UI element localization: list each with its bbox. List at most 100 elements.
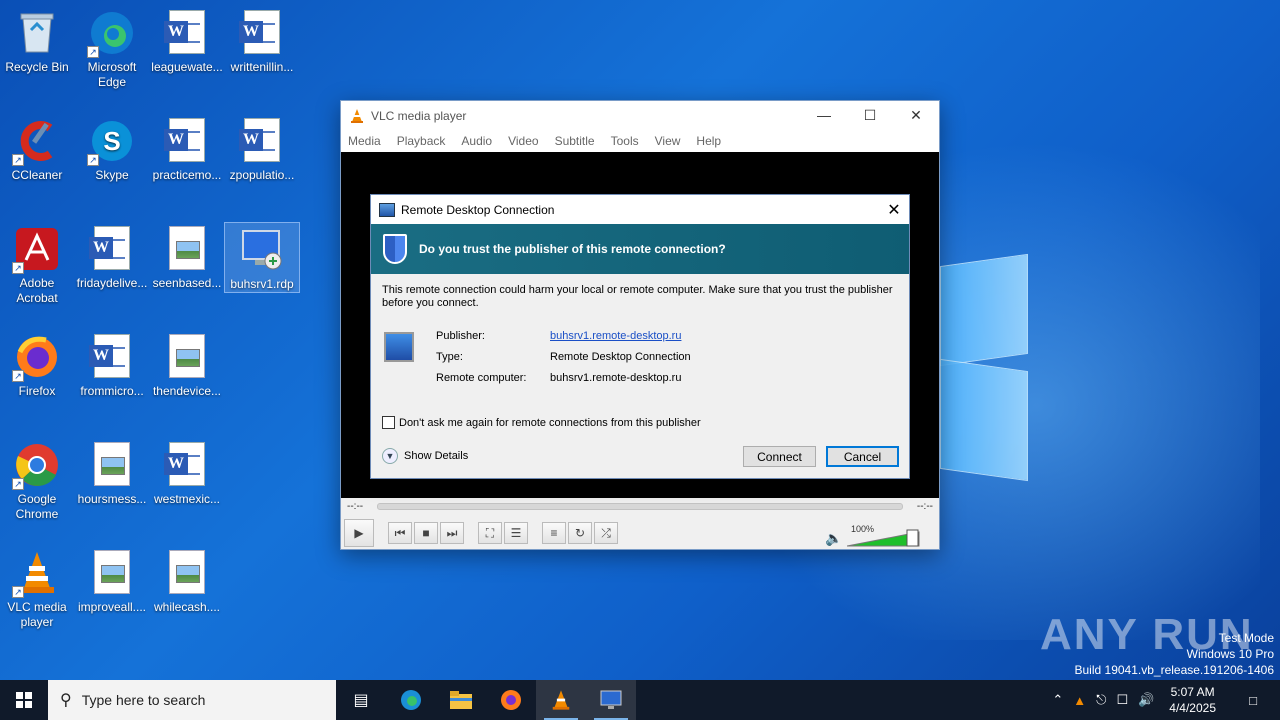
- desktop-icon-google-chrome[interactable]: ↗ Google Chrome: [0, 438, 75, 522]
- play-button[interactable]: ▶: [344, 519, 374, 547]
- desktop-icon-westmexic[interactable]: Wwestmexic...: [149, 438, 225, 507]
- loop-button[interactable]: ↻: [568, 522, 592, 544]
- clock-date: 4/4/2025: [1169, 701, 1216, 715]
- previous-button[interactable]: ⏮: [388, 522, 412, 544]
- desktop-icon-label: buhsrv1.rdp: [230, 277, 294, 291]
- desktop-icon-seenbased[interactable]: seenbased...: [149, 222, 225, 291]
- recycle-bin-icon: [14, 10, 60, 56]
- ccleaner-icon: ↗: [12, 118, 60, 166]
- close-icon[interactable]: ✕: [893, 107, 939, 124]
- notification-icon[interactable]: □: [1231, 693, 1275, 708]
- maximize-icon[interactable]: ☐: [847, 107, 893, 124]
- desktop-icon-writtenillin[interactable]: Wwrittenillin...: [224, 6, 300, 75]
- vlc-cone-icon: [351, 108, 363, 123]
- desktop-icon-label: practicemo...: [152, 168, 222, 182]
- desktop-icon-practicemo[interactable]: Wpracticemo...: [149, 114, 225, 183]
- vlc-tray-icon[interactable]: ▲: [1073, 693, 1086, 708]
- menu-audio[interactable]: Audio: [461, 134, 492, 148]
- taskbar-search-box[interactable]: ⚲ Type here to search: [48, 680, 336, 720]
- clock[interactable]: 5:07 AM 4/4/2025: [1169, 684, 1216, 716]
- desktop-icon-fridaydelive[interactable]: Wfridaydelive...: [74, 222, 150, 291]
- task-view-button[interactable]: ▤: [336, 680, 386, 720]
- system-tray: ⌃ ▲ ⎋ ☐ 🔊 5:07 AM 4/4/2025 □: [1047, 680, 1280, 720]
- taskbar-firefox[interactable]: [486, 680, 536, 720]
- shortcut-arrow-icon: ↗: [12, 478, 24, 490]
- desktop-icon-improveall[interactable]: improveall....: [74, 546, 150, 615]
- volume-icon[interactable]: 🔊: [1138, 692, 1154, 708]
- fullscreen-icon: ⛶: [485, 525, 495, 540]
- desktop-icon-leaguewate[interactable]: Wleaguewate...: [149, 6, 225, 75]
- desktop-icon-label: Adobe Acrobat: [16, 276, 58, 305]
- close-icon[interactable]: ✕: [879, 200, 909, 220]
- connect-button[interactable]: Connect: [743, 446, 816, 467]
- desktop-icon-microsoft-edge[interactable]: ↗ Microsoft Edge: [74, 6, 150, 90]
- desktop-icon-vlc-media-player[interactable]: ↗ VLC media player: [0, 546, 75, 630]
- dont-ask-checkbox[interactable]: [382, 416, 395, 429]
- network-icon[interactable]: ☐: [1116, 692, 1128, 708]
- extended-settings-button[interactable]: ☰: [504, 522, 528, 544]
- desktop-icon-zpopulatio[interactable]: Wzpopulatio...: [224, 114, 300, 183]
- desktop-icon-label: Skype: [95, 168, 129, 182]
- menu-help[interactable]: Help: [696, 134, 721, 148]
- vlc-icon: ↗: [12, 550, 60, 598]
- chevron-down-icon[interactable]: ▼: [382, 448, 398, 464]
- taskbar-edge[interactable]: [386, 680, 436, 720]
- stop-icon: ■: [422, 526, 430, 540]
- shuffle-button[interactable]: ⤮: [594, 522, 618, 544]
- start-button[interactable]: [0, 680, 48, 720]
- vlc-cone-icon: [552, 690, 570, 710]
- type-value: Remote Desktop Connection: [550, 351, 691, 363]
- desktop-icon-whilecash[interactable]: whilecash....: [149, 546, 225, 615]
- search-placeholder[interactable]: Type here to search: [82, 692, 206, 708]
- chevron-up-icon[interactable]: ⌃: [1052, 692, 1063, 708]
- dont-ask-checkbox-row[interactable]: Don't ask me again for remote connection…: [382, 416, 701, 429]
- menu-subtitle[interactable]: Subtitle: [555, 134, 595, 148]
- windows-watermark: Test Mode Windows 10 Pro Build 19041.vb_…: [1075, 630, 1275, 678]
- vlc-menubar: Media Playback Audio Video Subtitle Tool…: [341, 130, 939, 152]
- svg-text:S: S: [103, 126, 120, 156]
- vlc-controls: ▶ ⏮ ■ ⏭ ⛶ ☰ ≡ ↻ ⤮ 🔈 100%: [341, 518, 939, 550]
- show-details-label[interactable]: Show Details: [404, 450, 468, 462]
- windows-logo-wallpaper: [940, 240, 1030, 482]
- desktop-icon-skype[interactable]: S ↗ Skype: [74, 114, 150, 183]
- menu-playback[interactable]: Playback: [397, 134, 446, 148]
- menu-tools[interactable]: Tools: [611, 134, 639, 148]
- shortcut-arrow-icon: ↗: [87, 154, 99, 166]
- stop-button[interactable]: ■: [414, 522, 438, 544]
- fullscreen-button[interactable]: ⛶: [478, 522, 502, 544]
- desktop-icon-hoursmess[interactable]: hoursmess...: [74, 438, 150, 507]
- desktop-icon-recycle-bin[interactable]: Recycle Bin: [0, 6, 75, 75]
- playlist-button[interactable]: ≡: [542, 522, 566, 544]
- desktop-icon-label: leaguewate...: [151, 60, 223, 74]
- rdp-titlebar[interactable]: Remote Desktop Connection ✕: [371, 195, 909, 224]
- show-details-toggle[interactable]: ▼ Show Details: [382, 448, 468, 464]
- menu-media[interactable]: Media: [348, 134, 381, 148]
- word-doc-icon: W: [89, 226, 135, 272]
- dont-ask-label[interactable]: Don't ask me again for remote connection…: [399, 417, 701, 429]
- desktop-icon-ccleaner[interactable]: ↗ CCleaner: [0, 114, 75, 183]
- desktop-icon-firefox[interactable]: ↗ Firefox: [0, 330, 75, 399]
- shortcut-arrow-icon: ↗: [12, 370, 24, 382]
- menu-video[interactable]: Video: [508, 134, 538, 148]
- remote-computer-value: buhsrv1.remote-desktop.ru: [550, 372, 682, 384]
- taskbar-remote-desktop[interactable]: [586, 680, 636, 720]
- speaker-icon[interactable]: 🔈: [825, 530, 842, 547]
- usb-icon[interactable]: ⎋: [1096, 692, 1106, 708]
- minimize-icon[interactable]: —: [801, 107, 847, 124]
- desktop-icon-adobe-acrobat[interactable]: ↗ Adobe Acrobat: [0, 222, 75, 306]
- next-button[interactable]: ⏭: [440, 522, 464, 544]
- desktop-icon-buhsrv1-rdp[interactable]: buhsrv1.rdp: [224, 222, 300, 293]
- word-doc-icon: W: [89, 334, 135, 380]
- clock-time: 5:07 AM: [1170, 685, 1215, 699]
- desktop-icon-frommicro[interactable]: Wfrommicro...: [74, 330, 150, 399]
- watermark-build: Build 19041.vb_release.191206-1406: [1074, 663, 1275, 677]
- desktop-icon-thendevice[interactable]: thendevice...: [149, 330, 225, 399]
- taskbar-file-explorer[interactable]: [436, 680, 486, 720]
- menu-view[interactable]: View: [655, 134, 681, 148]
- taskbar-vlc[interactable]: [536, 680, 586, 720]
- volume-slider[interactable]: [847, 528, 921, 548]
- publisher-link[interactable]: buhsrv1.remote-desktop.ru: [550, 330, 681, 342]
- vlc-titlebar[interactable]: VLC media player — ☐ ✕: [341, 101, 939, 130]
- cancel-button[interactable]: Cancel: [826, 446, 899, 467]
- seek-slider[interactable]: [377, 502, 903, 510]
